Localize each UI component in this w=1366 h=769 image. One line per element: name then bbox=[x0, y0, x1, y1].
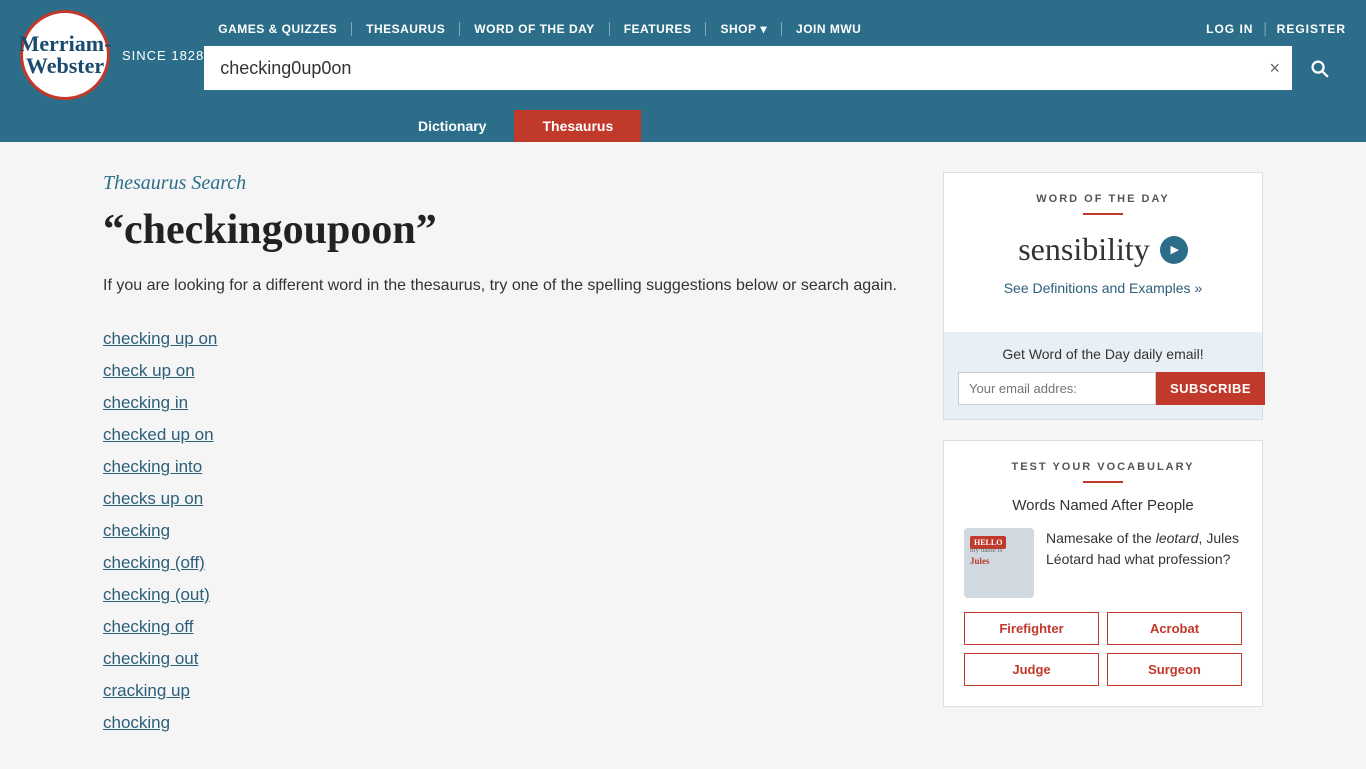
tab-bar: Dictionary Thesaurus bbox=[0, 110, 1366, 142]
vocab-label: TEST YOUR VOCABULARY bbox=[964, 461, 1242, 473]
suggestion-link-3[interactable]: checked up on bbox=[103, 419, 913, 451]
search-input[interactable] bbox=[204, 46, 1257, 90]
suggestion-link-5[interactable]: checks up on bbox=[103, 483, 913, 515]
vocab-divider bbox=[1083, 481, 1123, 483]
register-link[interactable]: REGISTER bbox=[1277, 22, 1346, 36]
suggestion-link-7[interactable]: checking (off) bbox=[103, 547, 913, 579]
content-area: Thesaurus Search “checkingoupoon” If you… bbox=[103, 172, 913, 739]
vocab-choice-3[interactable]: Surgeon bbox=[1107, 653, 1242, 686]
suggestion-link-9[interactable]: checking off bbox=[103, 611, 913, 643]
sound-icon[interactable] bbox=[1160, 236, 1188, 264]
chevron-down-icon: ▾ bbox=[760, 22, 767, 36]
list-item: chocking bbox=[103, 707, 913, 739]
wotd-link[interactable]: See Definitions and Examples » bbox=[964, 280, 1242, 296]
main-nav: GAMES & QUIZZES THESAURUS WORD OF THE DA… bbox=[204, 22, 875, 36]
vocab-question: Namesake of the leotard, Jules Léotard h… bbox=[1046, 528, 1242, 570]
suggestion-link-1[interactable]: check up on bbox=[103, 355, 913, 387]
list-item: checking into bbox=[103, 451, 913, 483]
vocab-card: TEST YOUR VOCABULARY Words Named After P… bbox=[943, 440, 1263, 707]
nav-games[interactable]: GAMES & QUIZZES bbox=[204, 22, 352, 36]
vocab-choice-0[interactable]: Firefighter bbox=[964, 612, 1099, 645]
vocab-choice-1[interactable]: Acrobat bbox=[1107, 612, 1242, 645]
search-icon bbox=[1308, 57, 1330, 79]
wotd-label: WORD OF THE DAY bbox=[964, 193, 1242, 205]
suggestion-link-2[interactable]: checking in bbox=[103, 387, 913, 419]
vocab-title: Words Named After People bbox=[964, 497, 1242, 514]
suggestion-link-8[interactable]: checking (out) bbox=[103, 579, 913, 611]
nav-features[interactable]: FEATURES bbox=[610, 22, 707, 36]
list-item: checking out bbox=[103, 643, 913, 675]
nav-thesaurus[interactable]: THESAURUS bbox=[352, 22, 460, 36]
header-right: GAMES & QUIZZES THESAURUS WORD OF THE DA… bbox=[204, 20, 1346, 90]
nav-wotd[interactable]: WORD OF THE DAY bbox=[460, 22, 609, 36]
main-container: Thesaurus Search “checkingoupoon” If you… bbox=[83, 142, 1283, 769]
vocab-section: TEST YOUR VOCABULARY Words Named After P… bbox=[944, 441, 1262, 706]
suggestion-link-6[interactable]: checking bbox=[103, 515, 913, 547]
list-item: checks up on bbox=[103, 483, 913, 515]
auth-nav: LOG IN | REGISTER bbox=[1206, 20, 1346, 38]
nav-join[interactable]: JOIN MWU bbox=[782, 22, 875, 36]
nav-shop[interactable]: SHOP ▾ bbox=[706, 22, 782, 36]
section-label: Thesaurus Search bbox=[103, 172, 913, 195]
search-button[interactable] bbox=[1292, 46, 1346, 90]
tab-thesaurus[interactable]: Thesaurus bbox=[514, 110, 641, 142]
wotd-word: sensibility bbox=[964, 231, 1242, 268]
vocab-content: HELLO my name is Jules Namesake of the l… bbox=[964, 528, 1242, 598]
suggestion-link-11[interactable]: cracking up bbox=[103, 675, 913, 707]
wotd-email-label: Get Word of the Day daily email! bbox=[958, 346, 1248, 362]
vocab-choice-2[interactable]: Judge bbox=[964, 653, 1099, 686]
search-term: “checkingoupoon” bbox=[103, 207, 913, 253]
list-item: checked up on bbox=[103, 419, 913, 451]
wotd-card: WORD OF THE DAY sensibility See Definiti… bbox=[943, 172, 1263, 420]
suggestion-list: checking up on check up on checking in c… bbox=[103, 323, 913, 739]
subscribe-button[interactable]: SUBSCRIBE bbox=[1156, 372, 1265, 405]
list-item: checking off bbox=[103, 611, 913, 643]
header: Merriam- Webster SINCE 1828 GAMES & QUIZ… bbox=[0, 0, 1366, 110]
logo-area: Merriam- Webster SINCE 1828 bbox=[20, 10, 204, 100]
list-item: checking in bbox=[103, 387, 913, 419]
suggestion-text: If you are looking for a different word … bbox=[103, 273, 913, 299]
clear-button[interactable]: × bbox=[1257, 58, 1292, 79]
logo[interactable]: Merriam- Webster bbox=[20, 10, 110, 100]
suggestion-link-12[interactable]: chocking bbox=[103, 707, 913, 739]
since-text: SINCE 1828 bbox=[122, 48, 204, 63]
email-input[interactable] bbox=[958, 372, 1156, 405]
vocab-choices: Firefighter Acrobat Judge Surgeon bbox=[964, 612, 1242, 686]
list-item: checking (off) bbox=[103, 547, 913, 579]
suggestion-link-0[interactable]: checking up on bbox=[103, 323, 913, 355]
logo-text: Merriam- Webster bbox=[19, 33, 112, 77]
suggestion-link-10[interactable]: checking out bbox=[103, 643, 913, 675]
vocab-image: HELLO my name is Jules bbox=[964, 528, 1034, 598]
list-item: checking (out) bbox=[103, 579, 913, 611]
list-item: cracking up bbox=[103, 675, 913, 707]
auth-separator: | bbox=[1263, 20, 1266, 38]
list-item: checking up on bbox=[103, 323, 913, 355]
suggestion-link-4[interactable]: checking into bbox=[103, 451, 913, 483]
wotd-section: WORD OF THE DAY sensibility See Definiti… bbox=[944, 173, 1262, 332]
tab-dictionary[interactable]: Dictionary bbox=[390, 110, 514, 142]
sidebar: WORD OF THE DAY sensibility See Definiti… bbox=[943, 172, 1263, 739]
wotd-divider bbox=[1083, 213, 1123, 215]
list-item: check up on bbox=[103, 355, 913, 387]
email-form: SUBSCRIBE bbox=[958, 372, 1248, 405]
search-input-wrap: × bbox=[204, 46, 1292, 90]
wotd-email-section: Get Word of the Day daily email! SUBSCRI… bbox=[944, 332, 1262, 419]
search-area: × bbox=[204, 46, 1346, 90]
login-link[interactable]: LOG IN bbox=[1206, 22, 1253, 36]
list-item: checking bbox=[103, 515, 913, 547]
